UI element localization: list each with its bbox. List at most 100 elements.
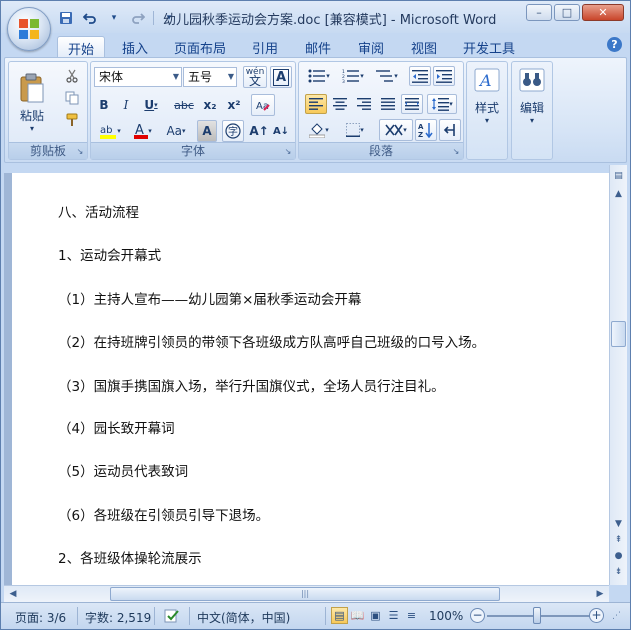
- editing-group[interactable]: 编辑 ▾: [511, 61, 553, 160]
- help-icon[interactable]: ?: [607, 37, 622, 52]
- editing-button[interactable]: 编辑 ▾: [514, 64, 550, 142]
- font-color-button[interactable]: A ▾: [129, 121, 157, 141]
- zoom-in-button[interactable]: +: [589, 608, 604, 623]
- vertical-scrollbar[interactable]: ▤ ▲ ▼ ⇞ ● ⇟: [609, 165, 627, 585]
- horizontal-scroll-thumb[interactable]: |||: [110, 587, 500, 601]
- highlight-button[interactable]: ab ▾: [94, 121, 126, 141]
- doc-line[interactable]: 2、各班级体操轮流展示: [58, 547, 202, 567]
- underline-button[interactable]: U ▾: [139, 95, 163, 115]
- tab-developer[interactable]: 开发工具: [463, 36, 515, 57]
- office-button[interactable]: [7, 7, 51, 51]
- cut-button[interactable]: [61, 66, 83, 86]
- decrease-indent-button[interactable]: [409, 66, 431, 86]
- proofing-icon[interactable]: [163, 609, 181, 626]
- justify-button[interactable]: [377, 94, 399, 114]
- redo-button[interactable]: [129, 9, 147, 27]
- print-layout-view-button[interactable]: ▤: [331, 607, 348, 624]
- strikethrough-button[interactable]: abc: [171, 95, 197, 115]
- superscript-button[interactable]: x²: [223, 95, 245, 115]
- paste-button[interactable]: 粘贴 ▾: [12, 64, 52, 140]
- styles-button[interactable]: A 样式 ▾: [469, 64, 505, 142]
- previous-page-icon[interactable]: ⇞: [611, 533, 626, 548]
- line-spacing-button[interactable]: ▾: [427, 94, 457, 114]
- doc-line[interactable]: 1、运动会开幕式: [58, 244, 161, 264]
- align-left-button[interactable]: [305, 94, 327, 114]
- scroll-left-icon[interactable]: ◀: [6, 587, 20, 601]
- scroll-up-icon[interactable]: ▲: [611, 187, 626, 202]
- close-button[interactable]: ✕: [582, 4, 624, 21]
- undo-button[interactable]: [81, 9, 99, 27]
- grow-font-button[interactable]: A↑: [249, 121, 269, 141]
- scroll-down-icon[interactable]: ▼: [611, 517, 626, 532]
- tab-review[interactable]: 审阅: [358, 36, 384, 57]
- full-screen-reading-button[interactable]: 📖: [349, 607, 366, 624]
- tab-view[interactable]: 视图: [411, 36, 437, 57]
- word-count[interactable]: 字数: 2,519: [85, 609, 151, 626]
- doc-line[interactable]: （1）主持人宣布——幼儿园第×届秋季运动会开幕: [58, 288, 361, 308]
- minimize-button[interactable]: –: [526, 4, 552, 21]
- distributed-button[interactable]: [401, 94, 423, 114]
- doc-line[interactable]: （2）在持班牌引领员的带领下各班级成方队高呼自己班级的口号入场。: [58, 331, 485, 351]
- tab-home[interactable]: 开始: [57, 36, 106, 58]
- page-indicator[interactable]: 页面: 3/6: [15, 609, 66, 626]
- vertical-scroll-thumb[interactable]: [611, 321, 626, 347]
- zoom-level[interactable]: 100%: [429, 609, 463, 623]
- ruler-toggle-icon[interactable]: ▤: [611, 169, 626, 184]
- tab-mailings[interactable]: 邮件: [305, 36, 331, 57]
- maximize-button[interactable]: □: [554, 4, 580, 21]
- shrink-font-button[interactable]: A↓: [271, 121, 291, 141]
- clear-formatting-button[interactable]: Aa: [251, 94, 275, 116]
- language-indicator[interactable]: 中文(简体，中国): [197, 609, 290, 626]
- multilevel-list-button[interactable]: ▾: [371, 66, 403, 86]
- clipboard-launcher-icon[interactable]: ↘: [75, 147, 85, 157]
- browse-object-icon[interactable]: ●: [611, 549, 626, 564]
- save-button[interactable]: [57, 9, 75, 27]
- undo-dropdown[interactable]: ▾: [105, 9, 123, 27]
- subscript-button[interactable]: x₂: [199, 95, 221, 115]
- show-hide-marks-button[interactable]: [439, 119, 461, 141]
- doc-line[interactable]: （4）园长致开幕词: [58, 417, 175, 437]
- shading-button[interactable]: ▾: [303, 120, 335, 140]
- sort-button[interactable]: A Z: [415, 119, 437, 141]
- resize-grip-icon[interactable]: ⋰: [612, 611, 621, 621]
- horizontal-scrollbar[interactable]: ◀ ||| ▶: [4, 585, 609, 602]
- font-name-select[interactable]: 宋体 ▼: [94, 67, 182, 87]
- copy-button[interactable]: [61, 88, 83, 108]
- chinese-layout-button[interactable]: ▾: [379, 119, 413, 141]
- multilevel-list-icon: [376, 70, 394, 82]
- format-painter-button[interactable]: [61, 110, 83, 130]
- align-center-button[interactable]: [329, 94, 351, 114]
- bullets-button[interactable]: ▾: [303, 66, 335, 86]
- numbering-button[interactable]: 1 2 3 ▾: [337, 66, 369, 86]
- tab-insert[interactable]: 插入: [122, 36, 148, 57]
- outline-view-button[interactable]: ☰: [385, 607, 402, 624]
- doc-line[interactable]: （6）各班级在引领员引导下退场。: [58, 504, 269, 524]
- svg-text:Z: Z: [418, 131, 423, 138]
- font-launcher-icon[interactable]: ↘: [283, 147, 293, 157]
- zoom-slider-thumb[interactable]: [533, 607, 541, 624]
- doc-line[interactable]: （3）国旗手携国旗入场，举行升国旗仪式，全场人员行注目礼。: [58, 375, 445, 395]
- styles-group[interactable]: A 样式 ▾: [466, 61, 508, 160]
- scroll-right-icon[interactable]: ▶: [593, 587, 607, 601]
- phonetic-guide-button[interactable]: wén 文: [243, 66, 267, 88]
- next-page-icon[interactable]: ⇟: [611, 565, 626, 580]
- change-case-button[interactable]: Aa ▾: [161, 121, 191, 141]
- enclose-characters-button[interactable]: 字: [222, 120, 244, 142]
- bold-button[interactable]: B: [94, 95, 114, 115]
- paragraph-launcher-icon[interactable]: ↘: [451, 147, 461, 157]
- align-right-button[interactable]: [353, 94, 375, 114]
- zoom-out-button[interactable]: −: [470, 608, 485, 623]
- doc-line[interactable]: （5）运动员代表致词: [58, 460, 188, 480]
- tab-page-layout[interactable]: 页面布局: [174, 36, 226, 57]
- font-size-select[interactable]: 五号 ▼: [183, 67, 237, 87]
- doc-line[interactable]: 八、活动流程: [58, 201, 139, 221]
- tab-references[interactable]: 引用: [252, 36, 278, 57]
- web-layout-button[interactable]: ▣: [367, 607, 384, 624]
- increase-indent-button[interactable]: [433, 66, 455, 86]
- borders-button[interactable]: ▾: [339, 120, 371, 140]
- italic-button[interactable]: I: [116, 95, 136, 115]
- draft-view-button[interactable]: ≡: [403, 607, 420, 624]
- document-page[interactable]: 八、活动流程 1、运动会开幕式 （1）主持人宣布——幼儿园第×届秋季运动会开幕 …: [12, 173, 609, 585]
- character-shading-button[interactable]: A: [197, 120, 217, 142]
- character-border-button[interactable]: A: [270, 66, 292, 88]
